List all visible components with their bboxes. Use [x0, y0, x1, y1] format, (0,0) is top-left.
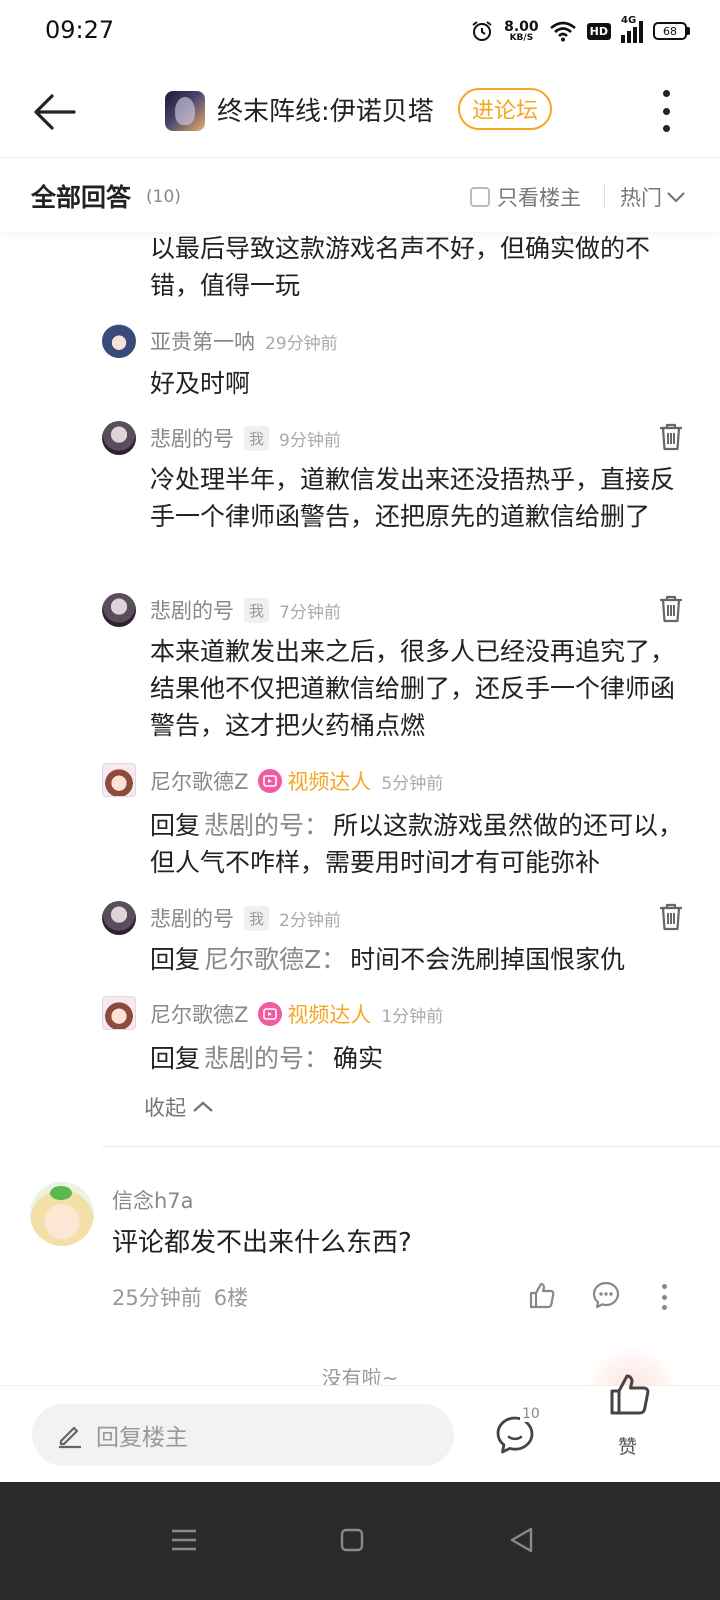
username[interactable]: 信念h7a: [112, 1185, 194, 1215]
answers-bar: 全部回答 (10) 只看楼主 热门: [0, 158, 720, 232]
me-badge: 我: [244, 905, 270, 931]
username[interactable]: 尼尔歌德Z: [150, 999, 248, 1029]
status-icons: 8.00 KB/S HD 4G 68: [470, 14, 690, 48]
status-time: 09:27: [45, 16, 115, 44]
username[interactable]: 悲剧的号: [150, 595, 234, 625]
reply-text[interactable]: 本来道歉发出来之后，很多人已经没再追究了，结果他不仅把道歉信给删了，还反手一个律…: [150, 633, 690, 744]
like-label: 赞: [618, 1436, 638, 1458]
reply-text[interactable]: 回复 尼尔歌德Z： 时间不会洗刷掉国恨家仇: [150, 941, 690, 978]
username[interactable]: 亚贵第一呐: [150, 326, 255, 356]
reply-placeholder: 回复楼主: [96, 1425, 188, 1451]
avatar[interactable]: [102, 996, 136, 1030]
trash-icon[interactable]: [657, 902, 685, 932]
comment-text[interactable]: 评论都发不出来什么东西?: [112, 1222, 412, 1259]
avatar[interactable]: [102, 901, 136, 935]
reply-text-continued: 以最后导致这款游戏名声不好，但确实做的不错，值得一玩: [150, 234, 651, 300]
only-op-label: 只看楼主: [497, 186, 581, 210]
only-op-toggle[interactable]: 只看楼主: [470, 182, 581, 212]
divider: [604, 184, 605, 208]
system-nav-bar: [0, 1482, 720, 1600]
trash-icon[interactable]: [657, 594, 685, 624]
reply-time: 1分钟前: [381, 1006, 444, 1027]
reply-meta: 悲剧的号 我 7分钟前: [150, 595, 341, 625]
comment-meta: 25分钟前 6楼: [112, 1282, 248, 1312]
avatar[interactable]: [102, 324, 136, 358]
reply-target-user[interactable]: 尼尔歌德Z：: [204, 945, 346, 974]
sort-label: 热门: [620, 186, 662, 210]
answers-count: (10): [146, 187, 181, 207]
thumbs-up-icon[interactable]: [527, 1280, 557, 1310]
avatar[interactable]: [102, 421, 136, 455]
me-badge: 我: [244, 425, 270, 451]
me-badge: 我: [244, 597, 270, 623]
net-speed: 8.00 KB/S: [504, 18, 539, 43]
game-icon[interactable]: [165, 91, 205, 131]
chevron-down-icon: [667, 192, 685, 203]
reply-meta: 尼尔歌德Z 视频达人 5分钟前: [150, 766, 443, 796]
signal-icon: 4G: [621, 15, 643, 43]
like-button[interactable]: [606, 1370, 654, 1418]
reply-time: 2分钟前: [279, 910, 341, 931]
avatar[interactable]: [102, 763, 136, 797]
username[interactable]: 尼尔歌德Z: [150, 766, 248, 796]
enter-forum-button[interactable]: 进论坛: [458, 88, 553, 130]
reply-time: 5分钟前: [381, 773, 444, 794]
avatar[interactable]: [30, 1182, 94, 1246]
video-badge-icon: [258, 1002, 283, 1026]
video-creator-badge: 视频达人: [258, 766, 371, 796]
home-icon[interactable]: [332, 1520, 372, 1560]
menu-icon[interactable]: [164, 1520, 204, 1560]
back-arrow-icon: [34, 94, 76, 130]
trash-icon[interactable]: [657, 422, 685, 452]
reply-text[interactable]: 回复 悲剧的号： 确实: [150, 1040, 690, 1077]
reply-time: 29分钟前: [265, 333, 338, 354]
username[interactable]: 悲剧的号: [150, 423, 234, 453]
back-nav-icon[interactable]: [502, 1520, 542, 1560]
only-op-checkbox[interactable]: [470, 187, 490, 207]
status-bar: 09:27 8.00 KB/S HD 4G 68: [0, 0, 720, 64]
back-button[interactable]: [30, 88, 78, 136]
reply-meta: 悲剧的号 我 9分钟前: [150, 423, 341, 453]
alarm-icon: [472, 21, 492, 41]
comment-time: 25分钟前: [112, 1286, 202, 1310]
divider: [102, 1146, 720, 1147]
reply-meta: 尼尔歌德Z 视频达人 1分钟前: [150, 999, 443, 1029]
app-header: 终末阵线:伊诺贝塔 进论坛: [0, 64, 720, 158]
collapse-button[interactable]: 收起: [144, 1092, 214, 1122]
pencil-icon: [59, 1426, 81, 1449]
reply-meta: 亚贵第一呐 29分钟前: [150, 326, 338, 356]
reply-meta: 悲剧的号 我 2分钟前: [150, 903, 341, 933]
comment-bubble-icon[interactable]: [591, 1280, 621, 1310]
reply-time: 9分钟前: [279, 430, 341, 451]
reply-op-input[interactable]: 回复楼主: [32, 1404, 454, 1466]
video-badge-icon: [258, 769, 283, 793]
answers-title: 全部回答: [31, 183, 132, 212]
hd-badge: HD: [586, 22, 611, 40]
sort-dropdown[interactable]: 热门: [620, 182, 686, 212]
chevron-up-icon: [193, 1101, 213, 1112]
reply-time: 7分钟前: [279, 602, 341, 623]
reply-target-user[interactable]: 悲剧的号：: [204, 1044, 329, 1073]
reply-text[interactable]: 好及时啊: [150, 365, 690, 402]
reply-text[interactable]: 回复 悲剧的号： 所以这款游戏虽然做的还可以，但人气不咋样，需要用时间才有可能弥补: [150, 807, 690, 881]
more-menu-button[interactable]: [654, 86, 678, 136]
comment-floor: 6楼: [213, 1286, 249, 1310]
reply-text[interactable]: 冷处理半年，道歉信发出来还没捂热乎，直接反手一个律师函警告，还把原先的道歉信给删…: [150, 461, 690, 535]
battery-icon: 68: [653, 22, 690, 40]
comment-count-badge: 10: [520, 1406, 542, 1422]
wifi-icon: [549, 21, 576, 42]
comment-thread: 以最后导致这款游戏名声不好，但确实做的不错，值得一玩 亚贵第一呐 29分钟前 好…: [0, 232, 720, 1412]
reply-target-user[interactable]: 悲剧的号：: [204, 811, 329, 840]
game-title[interactable]: 终末阵线:伊诺贝塔: [217, 91, 434, 128]
video-creator-badge: 视频达人: [258, 999, 371, 1029]
avatar[interactable]: [102, 593, 136, 627]
username[interactable]: 悲剧的号: [150, 903, 234, 933]
comment-more-button[interactable]: [658, 1284, 670, 1310]
